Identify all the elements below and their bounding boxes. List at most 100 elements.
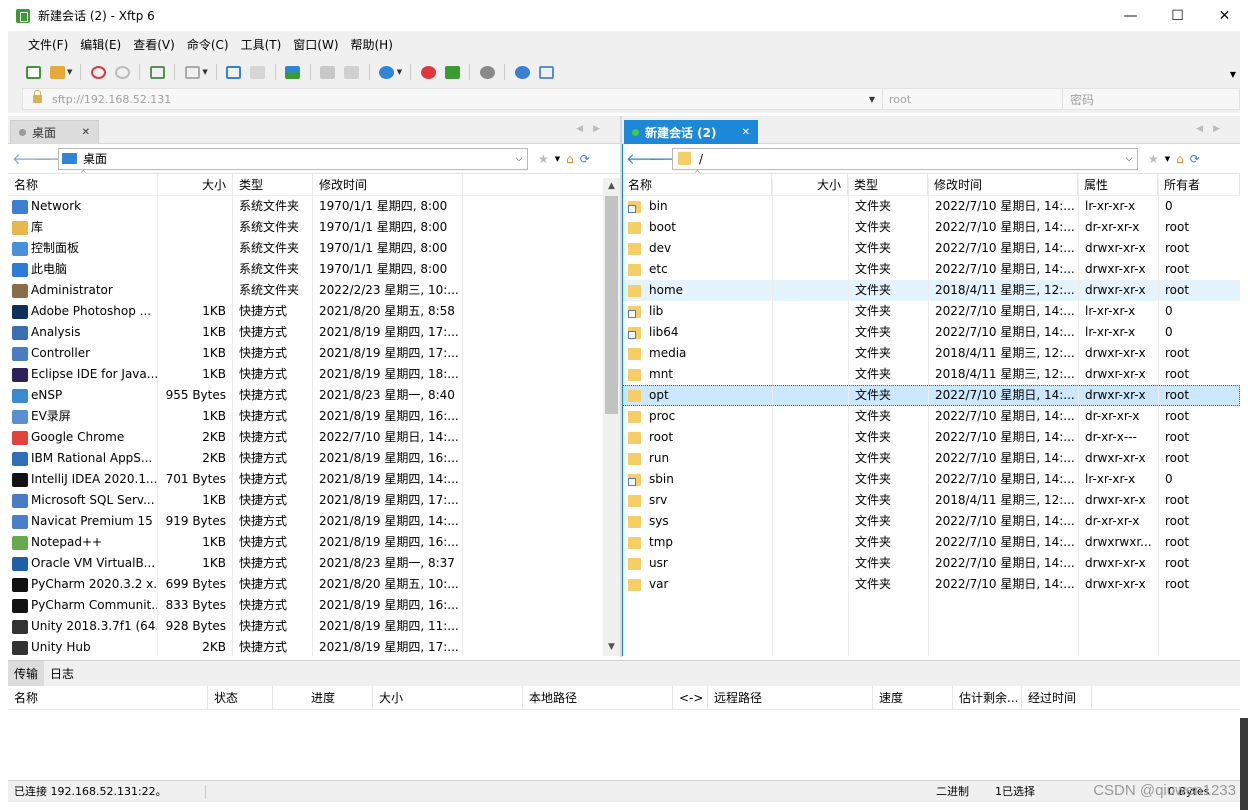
table-row[interactable]: 控制面板 系统文件夹 1970/1/1 星期四, 8:00 xyxy=(8,238,620,259)
table-row[interactable]: bin 文件夹 2022/7/10 星期日, 14:... lr-xr-xr-x 0 xyxy=(622,196,1240,217)
table-row[interactable]: etc 文件夹 2022/7/10 星期日, 14:... drwxr-xr-x roo… xyxy=(622,259,1240,280)
column-type[interactable]: 类型 xyxy=(848,174,928,196)
table-row[interactable]: home 文件夹 2018/4/11 星期三, 12:... drwxr-xr-x ro… xyxy=(622,280,1240,301)
menu-command[interactable]: 命令(C) xyxy=(181,36,235,53)
toolbar-overflow-icon[interactable]: ▼ xyxy=(1230,70,1236,79)
session-properties-button[interactable] xyxy=(146,62,168,82)
table-row[interactable]: Administrator 系统文件夹 2022/2/23 星期三, 10:... xyxy=(8,280,620,301)
table-row[interactable]: Oracle VM VirtualB... 1KB 快捷方式 2021/8/23 星期… xyxy=(8,553,620,574)
column-modified[interactable]: 修改时间 xyxy=(928,174,1078,196)
table-row[interactable]: eNSP 955 Bytes 快捷方式 2021/8/23 星期一, 8:40 xyxy=(8,385,620,406)
username-field[interactable]: root xyxy=(882,89,1062,109)
minimize-button[interactable]: — xyxy=(1107,0,1154,31)
open-button[interactable] xyxy=(46,62,68,82)
bookmark-icon[interactable]: ★ xyxy=(538,152,549,166)
home-icon[interactable]: ⌂ xyxy=(1176,152,1184,166)
table-row[interactable]: proc 文件夹 2022/7/10 星期日, 14:... dr-xr-xr-x ro… xyxy=(622,406,1240,427)
table-row[interactable]: Controller 1KB 快捷方式 2021/8/19 星期四, 17:... xyxy=(8,343,620,364)
reconnect-button[interactable] xyxy=(111,62,133,82)
tab-session[interactable]: 新建会话 (2) ✕ xyxy=(624,120,758,144)
table-row[interactable]: tmp 文件夹 2022/7/10 星期日, 14:... drwxrwxr... ro… xyxy=(622,532,1240,553)
transfer-doc-button[interactable] xyxy=(247,62,269,82)
bookmark-icon[interactable]: ★ xyxy=(1148,152,1159,166)
help-button[interactable] xyxy=(511,62,533,82)
menu-help[interactable]: 帮助(H) xyxy=(345,36,399,53)
chevron-down-icon[interactable]: ▼ xyxy=(397,68,402,76)
table-row[interactable]: boot 文件夹 2022/7/10 星期日, 14:... dr-xr-xr-x ro… xyxy=(622,217,1240,238)
column-progress[interactable]: 进度 xyxy=(273,686,373,710)
password-field[interactable]: 密码 xyxy=(1062,89,1239,109)
table-row[interactable]: Eclipse IDE for Java... 1KB 快捷方式 2021/8/19 … xyxy=(8,364,620,385)
copy-button[interactable] xyxy=(317,62,339,82)
local-path-input[interactable]: 桌面 ⌵ xyxy=(58,147,528,170)
sync-button[interactable] xyxy=(282,62,304,82)
display-button[interactable] xyxy=(181,62,203,82)
back-icon[interactable]: 🡐 xyxy=(12,149,52,168)
column-owner[interactable]: 所有者 xyxy=(1158,174,1240,196)
table-row[interactable]: root 文件夹 2022/7/10 星期日, 14:... dr-xr-x--- ro… xyxy=(622,427,1240,448)
table-row[interactable]: Notepad++ 1KB 快捷方式 2021/8/19 星期四, 16:... xyxy=(8,532,620,553)
column-eta[interactable]: 估计剩余... xyxy=(953,686,1022,710)
close-button[interactable]: ✕ xyxy=(1201,0,1248,31)
column-speed[interactable]: 速度 xyxy=(873,686,953,710)
table-row[interactable]: Analysis 1KB 快捷方式 2021/8/19 星期四, 17:... xyxy=(8,322,620,343)
scroll-up-icon[interactable]: ▲ xyxy=(603,178,620,195)
scroll-thumb[interactable] xyxy=(605,196,618,414)
new-session-button[interactable] xyxy=(22,62,44,82)
table-row[interactable]: opt 文件夹 2022/7/10 星期日, 14:... drwxr-xr-x roo… xyxy=(622,385,1240,406)
column-size[interactable]: 大小 xyxy=(772,174,848,196)
table-row[interactable]: IntelliJ IDEA 2020.1.... 701 Bytes 快捷方式 202… xyxy=(8,469,620,490)
column-status[interactable]: 状态 xyxy=(208,686,273,710)
local-scrollbar[interactable]: ▲ ▼ xyxy=(603,178,620,656)
column-type[interactable]: 类型 xyxy=(233,174,313,196)
table-row[interactable]: Unity 2018.3.7f1 (64... 928 Bytes 快捷方式 2021… xyxy=(8,616,620,637)
table-row[interactable]: mnt 文件夹 2018/4/11 星期三, 12:... drwxr-xr-x roo… xyxy=(622,364,1240,385)
table-row[interactable]: PyCharm 2020.3.2 x... 699 Bytes 快捷方式 2021/8… xyxy=(8,574,620,595)
globe-button[interactable] xyxy=(376,62,398,82)
column-size[interactable]: 大小 xyxy=(158,174,233,196)
table-row[interactable]: dev 文件夹 2022/7/10 星期日, 14:... drwxr-xr-x roo… xyxy=(622,238,1240,259)
chevron-down-icon[interactable]: ⌵ xyxy=(1121,154,1137,164)
paste-button[interactable] xyxy=(341,62,363,82)
chevron-down-icon[interactable]: ▼ xyxy=(202,68,207,76)
table-row[interactable]: IBM Rational AppS... 2KB 快捷方式 2021/8/19 星期四… xyxy=(8,448,620,469)
table-row[interactable]: EV录屏 1KB 快捷方式 2021/8/19 星期四, 16:... xyxy=(8,406,620,427)
scroll-down-icon[interactable]: ▼ xyxy=(603,639,620,656)
tab-scroll-icons[interactable]: ◀▶ xyxy=(576,124,610,134)
home-icon[interactable]: ⌂ xyxy=(566,152,574,166)
column-name[interactable]: 名称 xyxy=(8,686,208,710)
refresh-icon[interactable]: ⟳ xyxy=(1190,152,1200,166)
address-input[interactable]: sftp://192.168.52.131 xyxy=(52,93,862,106)
table-row[interactable]: run 文件夹 2022/7/10 星期日, 14:... drwxr-xr-x roo… xyxy=(622,448,1240,469)
address-dropdown-icon[interactable]: ▼ xyxy=(862,95,882,104)
menu-file[interactable]: 文件(F) xyxy=(22,36,74,53)
table-row[interactable]: 库 系统文件夹 1970/1/1 星期四, 8:00 xyxy=(8,217,620,238)
table-row[interactable]: Navicat Premium 15 919 Bytes 快捷方式 2021/8/19… xyxy=(8,511,620,532)
tab-transfer[interactable]: 传输 xyxy=(8,661,45,686)
tab-desktop[interactable]: 桌面 ✕ xyxy=(10,120,99,144)
table-row[interactable]: srv 文件夹 2018/4/11 星期三, 12:... drwxr-xr-x roo… xyxy=(622,490,1240,511)
table-row[interactable]: Microsoft SQL Serv... 1KB 快捷方式 2021/8/19 星期… xyxy=(8,490,620,511)
forward-icon[interactable]: 🡒 xyxy=(648,149,688,168)
table-row[interactable]: usr 文件夹 2022/7/10 星期日, 14:... drwxr-xr-x roo… xyxy=(622,553,1240,574)
back-icon[interactable]: 🡐 xyxy=(626,149,666,168)
menu-edit[interactable]: 编辑(E) xyxy=(74,36,127,53)
close-icon[interactable]: ✕ xyxy=(82,127,90,138)
column-attributes[interactable]: 属性 xyxy=(1078,174,1158,196)
forward-icon[interactable]: 🡒 xyxy=(34,149,74,168)
remote-path-input[interactable]: / ⌵ xyxy=(672,147,1138,170)
table-row[interactable]: var 文件夹 2022/7/10 星期日, 14:... drwxr-xr-x roo… xyxy=(622,574,1240,595)
tab-log[interactable]: 日志 xyxy=(44,661,80,686)
maximize-button[interactable]: ☐ xyxy=(1154,0,1201,31)
chevron-down-icon[interactable]: ▼ xyxy=(67,68,72,76)
transfer-mode[interactable]: 二进制 xyxy=(936,781,969,803)
chevron-down-icon[interactable]: ⌵ xyxy=(511,154,527,164)
xshell-button[interactable] xyxy=(417,62,439,82)
chat-button[interactable] xyxy=(535,62,557,82)
close-icon[interactable]: ✕ xyxy=(742,127,750,138)
column-local-path[interactable]: 本地路径 xyxy=(523,686,673,710)
column-modified[interactable]: 修改时间 xyxy=(313,174,463,196)
menu-view[interactable]: 查看(V) xyxy=(127,36,181,53)
column-direction[interactable]: <-> xyxy=(673,686,708,710)
table-row[interactable]: Google Chrome 2KB 快捷方式 2022/7/10 星期日, 14:..… xyxy=(8,427,620,448)
